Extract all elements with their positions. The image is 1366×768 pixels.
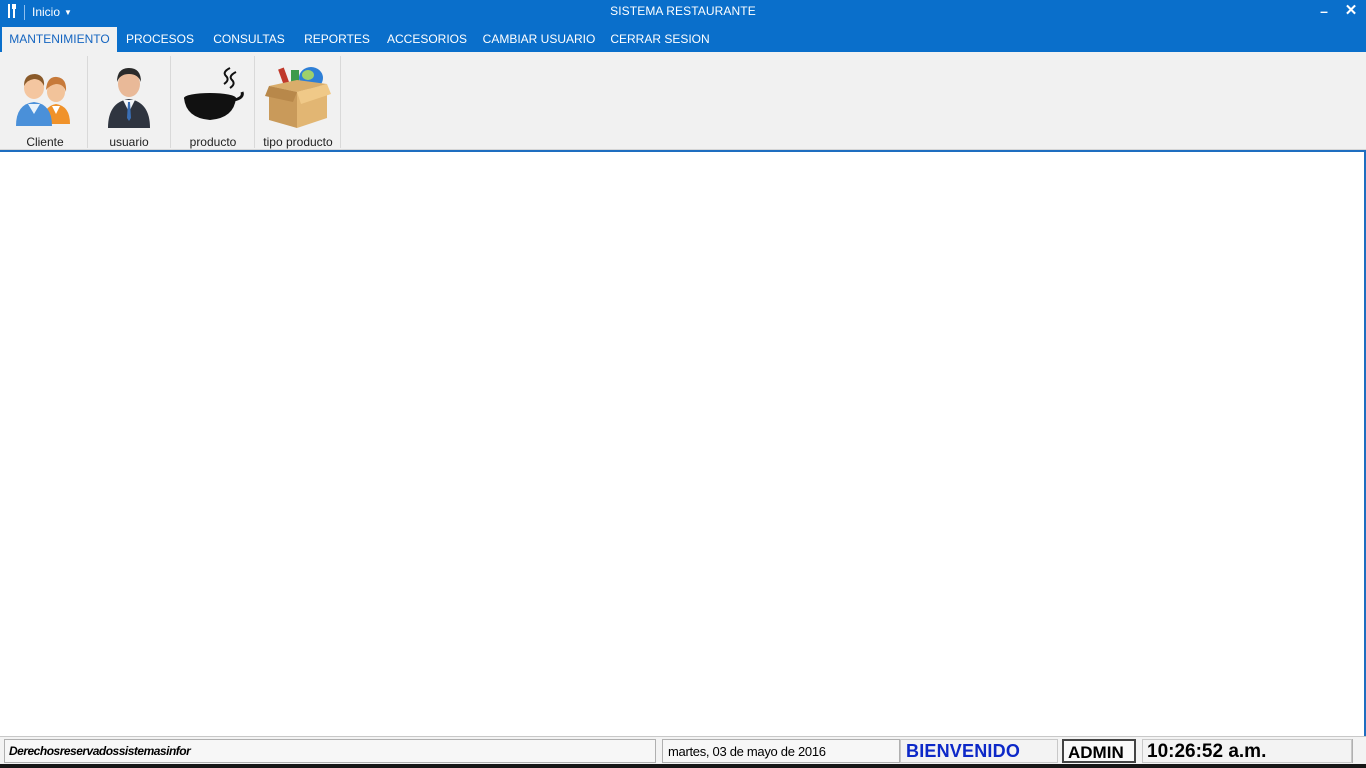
date-panel: martes, 03 de mayo de 2016 — [662, 739, 900, 763]
tab-consultas[interactable]: CONSULTAS — [206, 27, 292, 52]
ribbon-button-label: tipo producto — [263, 135, 333, 149]
product-box-icon — [265, 67, 331, 128]
resize-grip[interactable] — [1352, 739, 1362, 763]
close-button[interactable]: ✕ — [1338, 0, 1364, 22]
ribbon-button-label: usuario — [109, 135, 149, 149]
people-icon — [16, 74, 70, 126]
clock-panel: 10:26:52 a.m. — [1142, 739, 1352, 763]
tab-mantenimiento[interactable]: MANTENIMIENTO — [2, 27, 117, 52]
app-window: Inicio ▼ SISTEMA RESTAURANTE – ✕ MANTENI… — [0, 0, 1366, 768]
ribbon-divider — [254, 56, 255, 148]
tab-accesorios[interactable]: ACCESORIOS — [382, 27, 472, 52]
copyright-panel: Derechosreservadossistemasinfor — [4, 739, 656, 763]
clock-text: 10:26:52 a.m. — [1147, 741, 1267, 762]
minimize-button[interactable]: – — [1311, 0, 1337, 22]
copyright-text: Derechosreservadossistemasinfor — [9, 744, 191, 758]
producto-button[interactable]: producto — [172, 56, 254, 150]
cliente-button[interactable]: Cliente — [4, 56, 86, 150]
soup-bowl-icon — [184, 67, 244, 120]
tab-cerrar-sesion[interactable]: CERRAR SESION — [606, 27, 714, 52]
welcome-panel: BIENVENIDO — [900, 739, 1058, 763]
welcome-text: BIENVENIDO — [906, 741, 1021, 761]
usuario-button[interactable]: usuario — [89, 56, 169, 150]
status-bar: Derechosreservadossistemasinfor martes, … — [0, 736, 1366, 764]
window-title: SISTEMA RESTAURANTE — [610, 4, 756, 18]
ribbon-tab-bar: MANTENIMIENTO PROCESOS CONSULTAS REPORTE… — [0, 26, 1366, 52]
tab-cambiar-usuario[interactable]: CAMBIAR USUARIO — [480, 27, 598, 52]
title-bar: Inicio ▼ SISTEMA RESTAURANTE – ✕ — [0, 0, 1366, 26]
current-user-text: ADMIN — [1068, 743, 1124, 762]
businessman-icon — [108, 68, 150, 128]
tab-procesos[interactable]: PROCESOS — [120, 27, 200, 52]
date-text: martes, 03 de mayo de 2016 — [668, 744, 826, 759]
ribbon-divider — [170, 56, 171, 148]
window-bottom-edge — [0, 764, 1366, 768]
tab-reportes[interactable]: REPORTES — [298, 27, 376, 52]
tipo-producto-button[interactable]: tipo producto — [256, 56, 340, 150]
ribbon-divider — [340, 56, 341, 148]
main-content-area[interactable] — [0, 150, 1366, 736]
ribbon-divider — [87, 56, 88, 148]
ribbon-panel: Cliente usuario producto tipo producto — [0, 52, 1366, 150]
ribbon-button-label: Cliente — [26, 135, 64, 149]
ribbon-button-label: producto — [189, 135, 237, 149]
user-panel: ADMIN — [1062, 739, 1136, 763]
